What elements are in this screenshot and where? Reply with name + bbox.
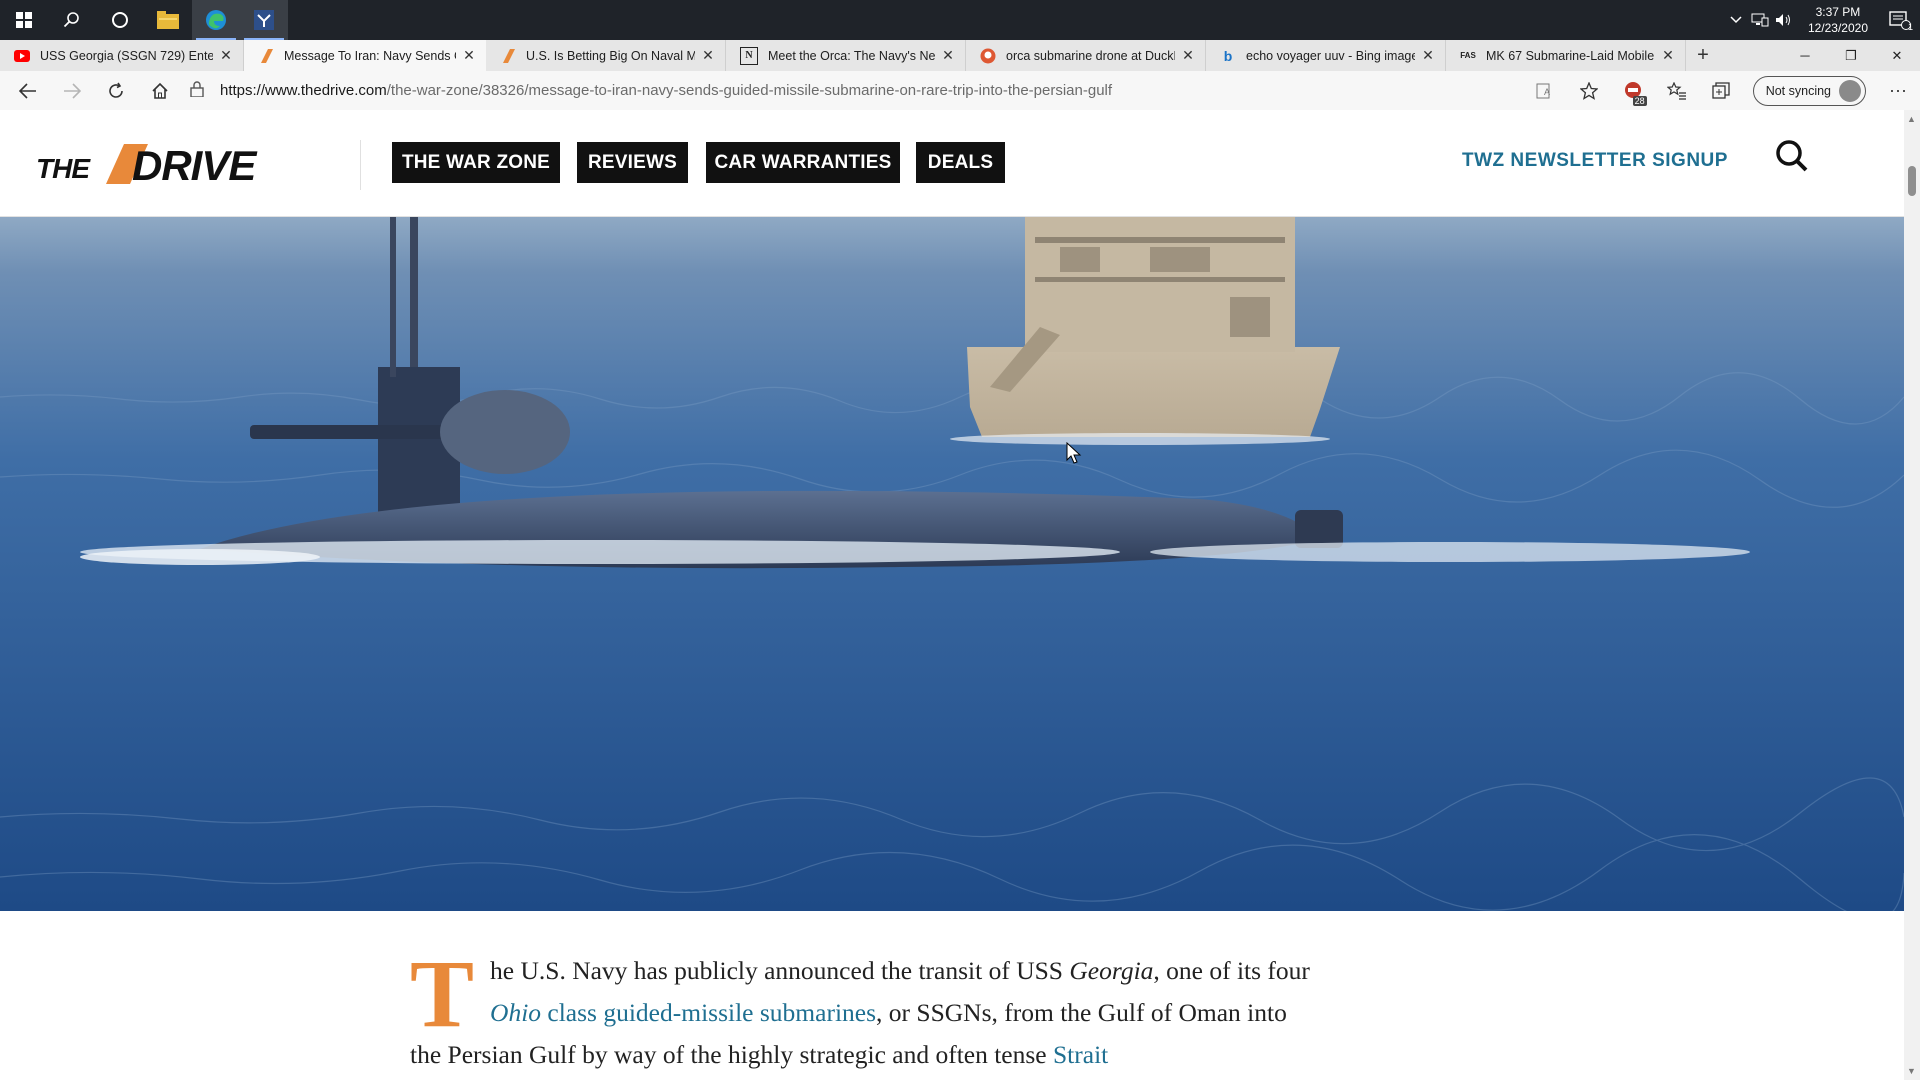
favorites-icon[interactable] — [1655, 71, 1699, 110]
volume-icon[interactable] — [1772, 0, 1796, 40]
app-icon[interactable] — [240, 0, 288, 40]
tab-title: orca submarine drone at DuckD — [1006, 48, 1175, 63]
tab-title: USS Georgia (SSGN 729) Enters t — [40, 48, 213, 63]
close-tab-icon[interactable]: ✕ — [1419, 47, 1437, 64]
clock-date: 12/23/2020 — [1807, 21, 1868, 35]
article-dropcap: T — [410, 940, 475, 1047]
notion-icon: N — [740, 46, 758, 65]
mouse-cursor-icon — [1066, 442, 1082, 464]
tab-title: MK 67 Submarine-Laid Mobile M — [1486, 48, 1655, 63]
chevron-up-icon[interactable] — [1724, 0, 1748, 40]
new-tab-button[interactable]: + — [1686, 40, 1720, 71]
article-text-italic: Georgia — [1069, 956, 1154, 985]
close-tab-icon[interactable]: ✕ — [1179, 47, 1197, 64]
fas-icon: FAS — [1460, 51, 1476, 60]
site-header: THE DRIVE THE WAR ZONE REVIEWS CAR WARRA… — [0, 110, 1904, 217]
read-aloud-icon[interactable]: A — [1523, 71, 1567, 110]
forward-icon[interactable] — [50, 71, 94, 110]
nav-reviews[interactable]: REVIEWS — [577, 142, 688, 183]
strait-link[interactable]: Strait — [1053, 1040, 1108, 1069]
favorite-star-icon[interactable] — [1567, 71, 1611, 110]
extension-icon[interactable]: 28 — [1611, 71, 1655, 110]
close-tab-icon[interactable]: ✕ — [460, 47, 478, 64]
system-tray: 3:37 PM 12/23/2020 1 — [1724, 0, 1920, 40]
system-clock[interactable]: 3:37 PM 12/23/2020 — [1796, 4, 1880, 36]
browser-tab[interactable]: orca submarine drone at DuckD ✕ — [966, 40, 1206, 71]
page-scrollbar[interactable]: ▲ ▼ — [1904, 110, 1920, 1080]
minimize-icon[interactable]: ─ — [1782, 40, 1828, 71]
avatar — [1839, 79, 1861, 102]
sync-label: Not syncing — [1765, 83, 1831, 98]
nav-deals[interactable]: DEALS — [916, 142, 1005, 183]
window-controls: ─ ❐ ✕ — [1782, 40, 1920, 71]
file-explorer-icon[interactable] — [144, 0, 192, 40]
action-center-icon[interactable]: 1 — [1880, 0, 1920, 40]
logo-divider — [360, 140, 361, 190]
address-bar[interactable]: https://www.thedrive.com/the-war-zone/38… — [190, 75, 1590, 106]
home-icon[interactable] — [138, 71, 182, 110]
close-tab-icon[interactable]: ✕ — [217, 47, 235, 64]
browser-tab-strip: USS Georgia (SSGN 729) Enters t ✕ Messag… — [0, 40, 1920, 71]
restore-icon[interactable]: ❐ — [1828, 40, 1874, 71]
windows-taskbar: 3:37 PM 12/23/2020 1 — [0, 0, 1920, 40]
thedrive-logo[interactable]: THE DRIVE — [36, 140, 336, 189]
tab-title: Message To Iran: Navy Sends Gu — [284, 48, 456, 63]
url-path: /the-war-zone/38326/message-to-iran-navy… — [386, 82, 1113, 99]
search-icon[interactable] — [48, 0, 96, 40]
browser-tab[interactable]: U.S. Is Betting Big On Naval Min ✕ — [486, 40, 726, 71]
close-window-icon[interactable]: ✕ — [1874, 40, 1920, 71]
toolbar-actions: A 28 Not syncing ··· — [1523, 71, 1920, 110]
windows-start-icon[interactable] — [0, 0, 48, 40]
cortana-icon[interactable] — [96, 0, 144, 40]
ohio-link-text: class guided-missile submarines — [541, 998, 877, 1027]
browser-tab[interactable]: USS Georgia (SSGN 729) Enters t ✕ — [0, 40, 244, 71]
collections-icon[interactable] — [1699, 71, 1743, 110]
close-tab-icon[interactable]: ✕ — [699, 47, 717, 64]
tab-title: U.S. Is Betting Big On Naval Min — [526, 48, 695, 63]
browser-tab[interactable]: FAS MK 67 Submarine-Laid Mobile M ✕ — [1446, 40, 1686, 71]
browser-tab[interactable]: N Meet the Orca: The Navy's New ✕ — [726, 40, 966, 71]
ohio-link-italic: Ohio — [490, 998, 542, 1027]
clock-time: 3:37 PM — [1815, 5, 1861, 19]
nav-the-war-zone[interactable]: THE WAR ZONE — [392, 142, 560, 183]
duckduckgo-icon — [980, 48, 996, 64]
svg-text:A: A — [1544, 87, 1550, 97]
scroll-up-icon[interactable]: ▲ — [1907, 114, 1916, 124]
tab-title: Meet the Orca: The Navy's New — [768, 48, 935, 63]
profile-sync-button[interactable]: Not syncing — [1752, 75, 1866, 106]
youtube-icon — [14, 48, 30, 64]
thedrive-icon — [500, 48, 516, 64]
notification-count: 1 — [1907, 22, 1913, 32]
extension-badge: 28 — [1632, 96, 1647, 106]
svg-text:THE: THE — [36, 153, 91, 184]
network-icon[interactable] — [1748, 0, 1772, 40]
more-options-icon[interactable]: ··· — [1876, 71, 1920, 110]
url-host: https://www.thedrive.com — [220, 82, 387, 99]
tab-title: echo voyager uuv - Bing images — [1246, 48, 1415, 63]
newsletter-signup-link[interactable]: TWZ NEWSLETTER SIGNUP — [1462, 150, 1728, 172]
scrollbar-thumb[interactable] — [1908, 166, 1916, 196]
svg-text:DRIVE: DRIVE — [132, 142, 258, 186]
hero-image-submarine — [0, 217, 1904, 911]
refresh-icon[interactable] — [94, 71, 138, 110]
close-tab-icon[interactable]: ✕ — [939, 47, 957, 64]
thedrive-icon — [258, 48, 274, 64]
nav-car-warranties[interactable]: CAR WARRANTIES — [706, 142, 900, 183]
scroll-down-icon[interactable]: ▼ — [1907, 1066, 1916, 1076]
browser-toolbar: https://www.thedrive.com/the-war-zone/38… — [0, 71, 1920, 111]
ohio-class-link[interactable]: Ohio class guided-missile submarines — [490, 998, 876, 1027]
browser-tab-active[interactable]: Message To Iran: Navy Sends Gu ✕ — [244, 40, 486, 71]
article-text: , one of its four — [1153, 956, 1310, 985]
bing-icon: b — [1223, 47, 1233, 64]
browser-tab[interactable]: b echo voyager uuv - Bing images ✕ — [1206, 40, 1446, 71]
article-body: T he U.S. Navy has publicly announced th… — [410, 940, 1320, 1076]
lock-icon[interactable] — [190, 80, 210, 101]
article-text: he U.S. Navy has publicly announced the … — [490, 956, 1070, 985]
site-search-icon[interactable] — [1772, 138, 1812, 178]
edge-browser-icon[interactable] — [192, 0, 240, 40]
close-tab-icon[interactable]: ✕ — [1659, 47, 1677, 64]
back-icon[interactable] — [6, 71, 50, 110]
